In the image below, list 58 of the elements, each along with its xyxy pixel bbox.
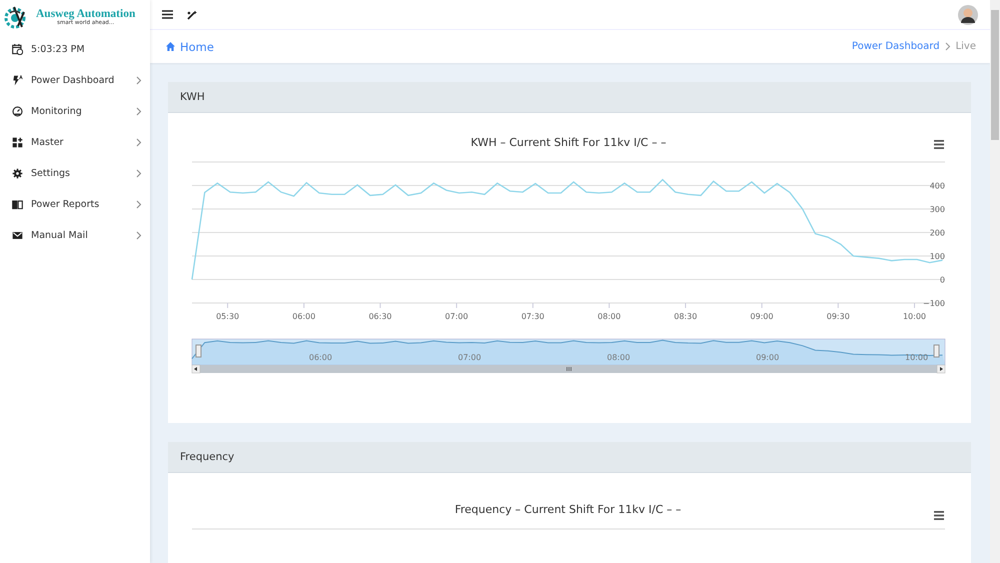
axis-label: 07:30 <box>521 312 544 321</box>
axis-label: 08:00 <box>598 312 621 321</box>
sidebar-item[interactable]: Power Reports <box>0 189 150 220</box>
sidebar-item[interactable]: Monitoring <box>0 96 150 127</box>
card-title: Frequency <box>180 451 234 463</box>
wand-icon[interactable] <box>187 10 197 20</box>
menu-icon[interactable] <box>934 511 944 520</box>
navigator-label: 06:00 <box>309 353 332 362</box>
axis-label: 0 <box>940 276 945 284</box>
axis-label: 300 <box>930 205 945 214</box>
home-icon <box>166 42 175 52</box>
navigator-label: 07:00 <box>458 353 482 362</box>
gauge-icon <box>12 106 23 117</box>
book-icon <box>12 199 23 210</box>
axis-label: 09:30 <box>826 312 850 321</box>
navigator-label: 10:00 <box>905 353 928 362</box>
avatar[interactable] <box>958 4 978 25</box>
menu-icon[interactable] <box>162 10 173 20</box>
scrollbar[interactable] <box>990 0 1000 563</box>
home-link[interactable]: Home <box>166 40 214 54</box>
axis-label: 200 <box>930 228 945 238</box>
chevron-icon <box>136 76 142 85</box>
axis-label: 06:00 <box>292 312 316 321</box>
sidebar-item[interactable]: Manual Mail <box>0 220 150 251</box>
axis-label: 10:00 <box>902 312 926 321</box>
gear-icon <box>12 168 23 179</box>
sidebar-item[interactable]: Power Dashboard <box>0 65 150 96</box>
clock-text: 5:03:23 PM <box>31 44 86 55</box>
sidebar-item[interactable]: Master <box>0 127 150 158</box>
card-title: KWH <box>180 91 205 103</box>
menu-icon[interactable] <box>934 140 944 149</box>
navigator-label: 09:00 <box>756 353 780 362</box>
axis-label: 05:30 <box>216 312 240 321</box>
grid-icon <box>12 137 23 148</box>
axis-label: 400 <box>930 182 945 190</box>
axis-label: 06:30 <box>368 312 392 321</box>
navigator-label: 08:00 <box>607 353 630 362</box>
axis-label: 08:30 <box>674 312 698 321</box>
chevron-icon <box>136 200 142 209</box>
breadcrumb-item[interactable]: Power Dashboard <box>852 41 940 52</box>
chevron-icon <box>136 138 142 147</box>
envelope-icon <box>12 230 23 241</box>
sidebar-item[interactable]: Settings <box>0 158 150 189</box>
calendar-clock-icon <box>12 44 23 55</box>
breadcrumb-item: Live <box>956 41 976 52</box>
chevron-icon <box>136 107 142 116</box>
brand-name: Ausweg Automation <box>36 8 136 20</box>
chevron-icon <box>136 169 142 178</box>
chart-title: KWH – Current Shift For 11kv I/C – – <box>470 136 666 149</box>
chart-title: Frequency – Current Shift For 11kv I/C – – <box>454 503 682 516</box>
bolt-icon <box>12 75 23 86</box>
chevron-icon <box>136 231 142 240</box>
axis-label: 07:00 <box>445 312 468 321</box>
navigator-scrollbar[interactable] <box>192 364 946 374</box>
axis-label: −100 <box>923 299 945 308</box>
chevron-icon <box>944 42 951 52</box>
axis-label: 09:00 <box>750 312 774 321</box>
axis-label: 100 <box>930 252 945 261</box>
